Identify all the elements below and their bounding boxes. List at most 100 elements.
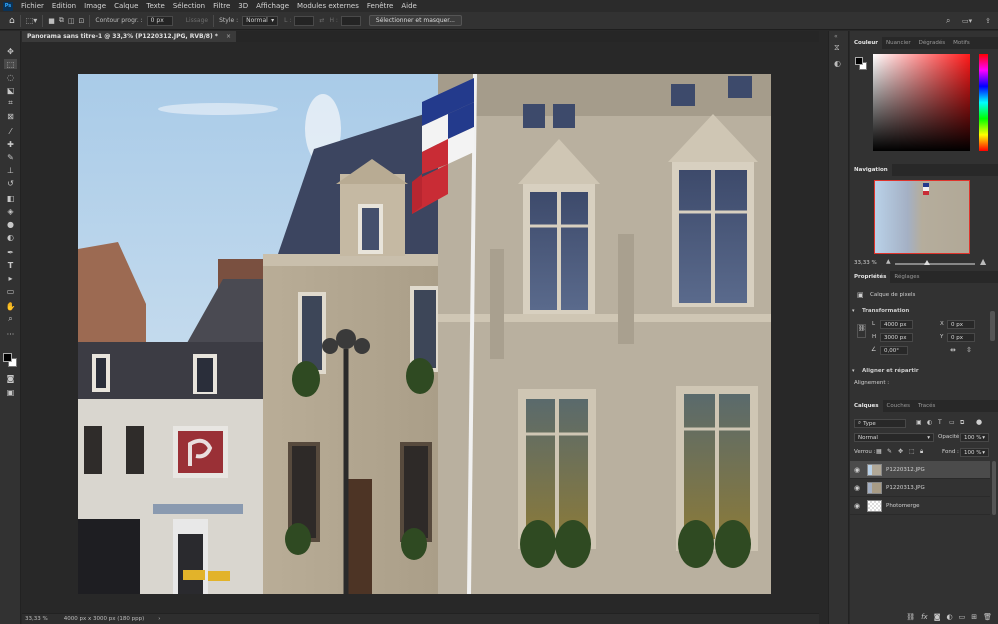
screen-mode-icon[interactable]: ▣	[4, 387, 17, 397]
x-field[interactable]: 0 px	[947, 320, 975, 329]
intersect-selection-icon[interactable]: ⊡	[79, 17, 85, 25]
subtract-selection-icon[interactable]: ◫	[68, 17, 75, 25]
type-tool-icon[interactable]: T	[4, 260, 17, 270]
layer-row[interactable]: ◉ P1220312.JPG	[850, 461, 990, 479]
status-arrow-icon[interactable]: ›	[158, 616, 160, 622]
foreground-color-swatch[interactable]	[3, 353, 12, 362]
properties-scrollbar[interactable]	[990, 311, 995, 341]
crop-tool-icon[interactable]: ⌗	[4, 98, 17, 108]
tab-navigation[interactable]: Navigation	[850, 164, 892, 176]
brush-tool-icon[interactable]: ✎	[4, 152, 17, 162]
filter-adjust-icon[interactable]: ◐	[927, 419, 932, 426]
style-select[interactable]: Normal ▾	[242, 15, 279, 26]
lock-paint-icon[interactable]: ✎	[887, 448, 892, 455]
zoom-tool-icon[interactable]: ⌕	[4, 314, 17, 324]
history-panel-icon[interactable]: ⧖	[834, 43, 840, 53]
object-select-tool-icon[interactable]: ⬕	[4, 85, 17, 95]
navigator-slider-thumb[interactable]	[924, 260, 930, 265]
flip-horizontal-icon[interactable]: ⇹	[950, 346, 956, 354]
menu-fichier[interactable]: Fichier	[17, 2, 48, 10]
link-dimensions-icon[interactable]: ⛓	[857, 324, 866, 338]
select-and-mask-button[interactable]: Sélectionner et masquer...	[368, 15, 462, 26]
marquee-tool-icon[interactable]: ⬚	[4, 59, 17, 69]
new-selection-icon[interactable]: ■	[48, 17, 55, 25]
menu-texte[interactable]: Texte	[142, 2, 168, 10]
move-tool-icon[interactable]: ✥	[4, 46, 17, 56]
menu-affichage[interactable]: Affichage	[252, 2, 293, 10]
tab-couches[interactable]: Couches	[883, 400, 914, 412]
history-brush-tool-icon[interactable]: ↺	[4, 178, 17, 188]
menu-image[interactable]: Image	[80, 2, 110, 10]
filter-type-icon[interactable]: T	[938, 419, 942, 426]
swap-icon[interactable]: ⇄	[319, 17, 324, 24]
status-zoom[interactable]: 33,33 %	[25, 616, 48, 622]
filter-shape-icon[interactable]: ▭	[949, 419, 955, 426]
filter-toggle-icon[interactable]: ●	[976, 418, 982, 426]
layer-filter-select[interactable]: ⌕ Type	[854, 419, 906, 428]
menu-calque[interactable]: Calque	[110, 2, 142, 10]
document-tab[interactable]: Panorama sans titre-1 @ 33,3% (P1220312.…	[22, 31, 236, 42]
height-field[interactable]: 3000 px	[880, 333, 913, 342]
more-tools-icon[interactable]: ···	[4, 329, 17, 339]
menu-3d[interactable]: 3D	[234, 2, 252, 10]
y-field[interactable]: 0 px	[947, 333, 975, 342]
height-input[interactable]	[340, 15, 361, 26]
navigator-zoom-in-icon[interactable]: ▲	[980, 257, 986, 266]
layer-row[interactable]: ◉ Photomerge	[850, 497, 990, 515]
path-select-tool-icon[interactable]: ▸	[4, 273, 17, 283]
width-input[interactable]	[294, 15, 315, 26]
filter-pixel-icon[interactable]: ▣	[916, 419, 922, 426]
tab-couleur[interactable]: Couleur	[850, 37, 882, 49]
navigator-zoom-out-icon[interactable]: ▲	[886, 258, 891, 265]
lock-position-icon[interactable]: ✥	[898, 448, 903, 455]
group-layer-icon[interactable]: ▭	[959, 613, 966, 621]
angle-field[interactable]: 0,00°	[880, 346, 908, 355]
document-canvas-image[interactable]	[78, 74, 771, 594]
canvas-area[interactable]	[22, 42, 819, 613]
quick-mask-icon[interactable]: ◙	[4, 373, 17, 383]
tab-proprietes[interactable]: Propriétés	[850, 271, 891, 283]
layer-name[interactable]: P1220312.JPG	[886, 467, 925, 473]
layer-name[interactable]: P1220313.JPG	[886, 485, 925, 491]
layer-style-icon[interactable]: fx	[921, 613, 928, 621]
workspace-icon[interactable]: ▭▾	[962, 17, 972, 25]
foreground-color-swatch-panel[interactable]	[855, 57, 863, 65]
lasso-tool-icon[interactable]: ◌	[4, 72, 17, 82]
eye-icon[interactable]: ◉	[852, 466, 862, 474]
pen-tool-icon[interactable]: ✒	[4, 247, 17, 257]
dodge-tool-icon[interactable]: ◐	[4, 232, 17, 242]
healing-brush-tool-icon[interactable]: ✚	[4, 139, 17, 149]
opacity-field[interactable]: 100 % ▾	[960, 433, 989, 442]
contour-input[interactable]: 0 px	[146, 15, 173, 26]
home-icon[interactable]: ⌂	[9, 16, 15, 26]
transform-title[interactable]: Transformation	[862, 308, 909, 314]
panel-collapse-icon[interactable]: «	[834, 33, 838, 40]
new-layer-icon[interactable]: ⊞	[971, 613, 977, 621]
close-icon[interactable]: ×	[226, 33, 231, 40]
navigator-thumbnail[interactable]	[874, 180, 970, 254]
eraser-tool-icon[interactable]: ◧	[4, 193, 17, 203]
eyedropper-tool-icon[interactable]: ⁄	[4, 126, 17, 136]
menu-modules-externes[interactable]: Modules externes	[293, 2, 363, 10]
tab-motifs[interactable]: Motifs	[949, 37, 974, 49]
layers-scrollbar[interactable]	[992, 461, 996, 515]
add-selection-icon[interactable]: ⧉	[59, 16, 64, 25]
layer-mask-icon[interactable]: ◙	[934, 613, 941, 621]
search-icon[interactable]: ⌕	[946, 16, 950, 26]
blend-mode-select[interactable]: Normal ▾	[854, 433, 934, 442]
color-picker-field[interactable]	[873, 54, 970, 151]
adjustment-layer-icon[interactable]: ◐	[947, 613, 953, 621]
layer-name[interactable]: Photomerge	[886, 503, 919, 509]
flip-vertical-icon[interactable]: ⇳	[966, 346, 972, 354]
menu-fenetre[interactable]: Fenêtre	[363, 2, 397, 10]
adjustments-panel-icon[interactable]: ◐	[834, 59, 841, 68]
lock-artboard-icon[interactable]: ⬚	[909, 448, 915, 455]
lock-pixels-icon[interactable]: ▦	[876, 448, 882, 455]
menu-filtre[interactable]: Filtre	[209, 2, 234, 10]
menu-aide[interactable]: Aide	[397, 2, 420, 10]
fill-field[interactable]: 100 % ▾	[960, 448, 989, 457]
share-icon[interactable]: ⇪	[985, 17, 991, 25]
tab-traces[interactable]: Tracés	[914, 400, 939, 412]
trash-icon[interactable]: 🗑︎	[983, 613, 992, 621]
navigator-zoom-value[interactable]: 33,33 %	[854, 260, 877, 266]
